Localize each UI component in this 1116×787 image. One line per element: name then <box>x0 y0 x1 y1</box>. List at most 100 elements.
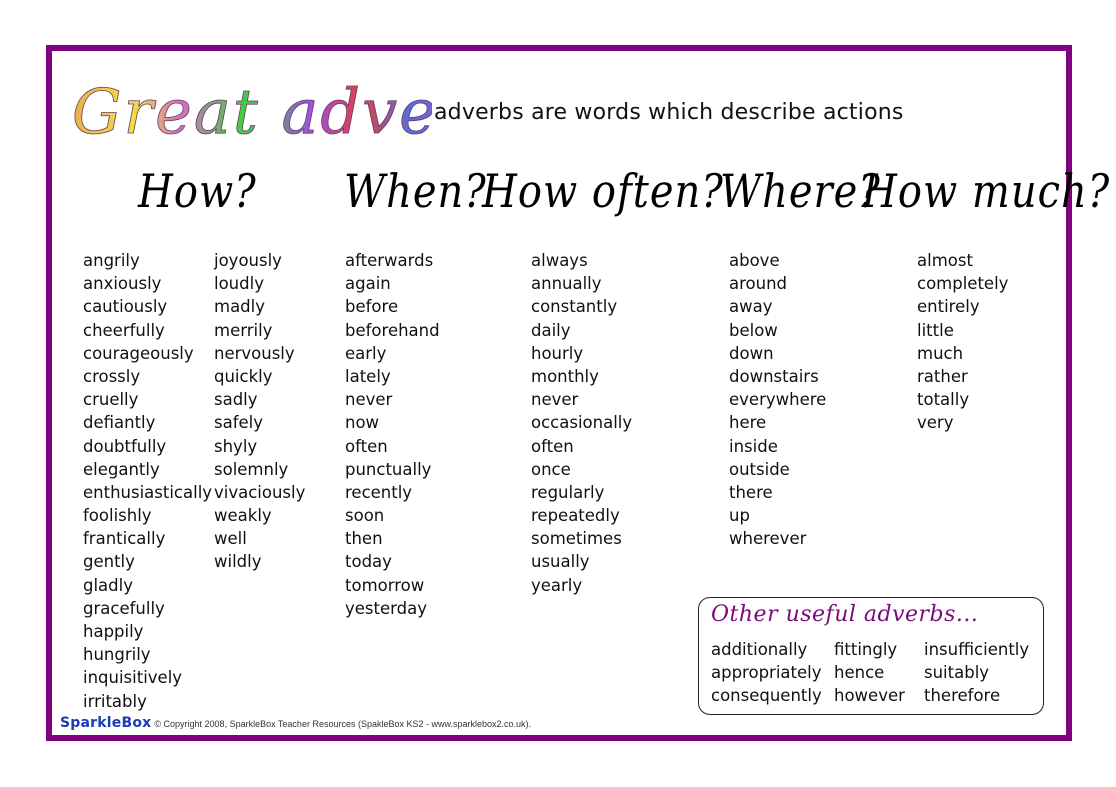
copyright-text: © Copyright 2008, SparkleBox Teacher Res… <box>154 719 532 729</box>
adverb-item: everywhere <box>729 390 827 410</box>
adverb-item: shyly <box>214 436 258 456</box>
adverb-item: additionally <box>711 640 808 659</box>
adverb-item: irritably <box>83 691 147 711</box>
adverb-item: crossly <box>83 366 141 386</box>
adverb-item: soon <box>345 506 385 526</box>
adverb-item: appropriately <box>711 663 822 683</box>
adverb-item: joyously <box>214 251 282 270</box>
adverb-item: down <box>729 343 774 363</box>
adverb-item: hourly <box>531 343 584 363</box>
list-when: afterwards again before beforehand early late… <box>345 249 440 620</box>
subtitle: adverbs are words which describe actions <box>434 100 904 125</box>
adverb-item: angrily <box>83 251 140 270</box>
list-how-much: almost completely entirely little much rather… <box>917 249 1008 435</box>
adverb-item: again <box>345 274 391 294</box>
adverb-item: early <box>345 343 387 363</box>
title-graphic: Great adverbs! <box>72 75 432 149</box>
adverb-item: therefore <box>924 686 1001 706</box>
adverb-item: inside <box>729 436 778 456</box>
adverb-item: here <box>729 413 767 433</box>
list-how-often: always annually constantly daily hourly month… <box>531 249 632 597</box>
box-list-2: fittingly hence however <box>834 638 905 708</box>
adverb-item: enthusiastically <box>83 482 213 502</box>
adverb-item: anxiously <box>83 274 162 294</box>
adverb-item: downstairs <box>729 366 819 386</box>
adverb-item: almost <box>917 251 973 270</box>
adverb-item: loudly <box>214 274 264 294</box>
adverb-item: cheerfully <box>83 320 165 340</box>
adverb-item: punctually <box>345 459 432 479</box>
sparklebox-logo: SparkleBox <box>60 715 152 731</box>
adverb-item: fittingly <box>834 640 898 659</box>
adverb-item: above <box>729 251 780 270</box>
title-text: Great adverbs! <box>72 75 432 148</box>
adverb-item: recently <box>345 482 413 502</box>
adverb-item: merrily <box>214 320 273 340</box>
adverb-item: annually <box>531 274 602 294</box>
adverb-item: frantically <box>83 529 166 549</box>
adverb-item: below <box>729 320 778 340</box>
adverb-item: tomorrow <box>345 575 425 595</box>
adverb-item: vivaciously <box>214 482 306 502</box>
adverb-item: completely <box>917 274 1009 294</box>
adverb-item: up <box>729 506 750 526</box>
adverb-item: little <box>917 320 954 340</box>
adverb-item: regularly <box>531 482 605 502</box>
adverb-item: away <box>729 297 773 317</box>
adverb-item: gracefully <box>83 598 165 618</box>
adverb-item: outside <box>729 459 790 479</box>
adverb-item: now <box>345 413 380 433</box>
adverb-item: well <box>214 529 247 549</box>
adverb-item: much <box>917 343 964 363</box>
list-where: above around away below down downstairs everyw… <box>729 249 826 550</box>
heading-where: Where? <box>720 165 881 219</box>
adverb-item: gladly <box>83 575 133 595</box>
adverb-item: however <box>834 686 905 706</box>
adverb-item: occasionally <box>531 413 633 433</box>
adverb-item: repeatedly <box>531 506 620 526</box>
adverb-item: hence <box>834 663 885 683</box>
adverb-item: very <box>917 413 954 433</box>
adverb-item: usually <box>531 552 590 572</box>
adverb-item: sadly <box>214 390 258 410</box>
adverb-item: nervously <box>214 343 295 363</box>
adverb-item: defiantly <box>83 413 156 433</box>
adverb-item: happily <box>83 622 144 641</box>
adverb-item: never <box>345 390 393 410</box>
heading-how-much: How much? <box>862 165 1111 219</box>
list-how-a: angrily anxiously cautiously cheerfully cour… <box>83 249 212 713</box>
box-title: Other useful adverbs... <box>711 602 979 627</box>
adverb-item: yesterday <box>345 598 427 618</box>
adverb-item: afterwards <box>345 251 434 270</box>
adverb-item: totally <box>917 390 970 410</box>
adverb-item: today <box>345 552 392 572</box>
adverb-item: sometimes <box>531 529 622 549</box>
adverb-item: insufficiently <box>924 640 1030 659</box>
adverb-item: doubtfully <box>83 436 167 456</box>
box-list-3: insufficiently suitably therefore <box>924 638 1029 708</box>
adverb-item: suitably <box>924 663 990 683</box>
heading-how: How? <box>138 165 257 219</box>
adverb-item: safely <box>214 413 264 433</box>
adverb-item: beforehand <box>345 320 440 340</box>
box-list-1: additionally appropriately consequently <box>711 638 822 708</box>
heading-when: When? <box>344 165 487 219</box>
adverb-item: there <box>729 482 773 502</box>
adverb-item: never <box>531 390 579 410</box>
adverb-item: rather <box>917 366 968 386</box>
adverb-item: hungrily <box>83 645 151 665</box>
adverb-item: foolishly <box>83 506 152 526</box>
adverb-item: daily <box>531 320 571 340</box>
adverb-item: constantly <box>531 297 618 317</box>
adverb-item: cautiously <box>83 297 168 317</box>
adverb-item: inquisitively <box>83 668 183 688</box>
adverb-item: courageously <box>83 343 194 363</box>
worksheet-frame: Great adverbs! adverbs are words which d… <box>46 45 1109 741</box>
adverb-item: cruelly <box>83 390 139 410</box>
adverb-item: gently <box>83 552 135 572</box>
adverb-item: lately <box>345 366 391 386</box>
adverb-item: once <box>531 459 571 479</box>
adverb-item: yearly <box>531 575 583 595</box>
adverb-item: often <box>345 436 388 456</box>
heading-how-often: How often? <box>482 165 724 219</box>
